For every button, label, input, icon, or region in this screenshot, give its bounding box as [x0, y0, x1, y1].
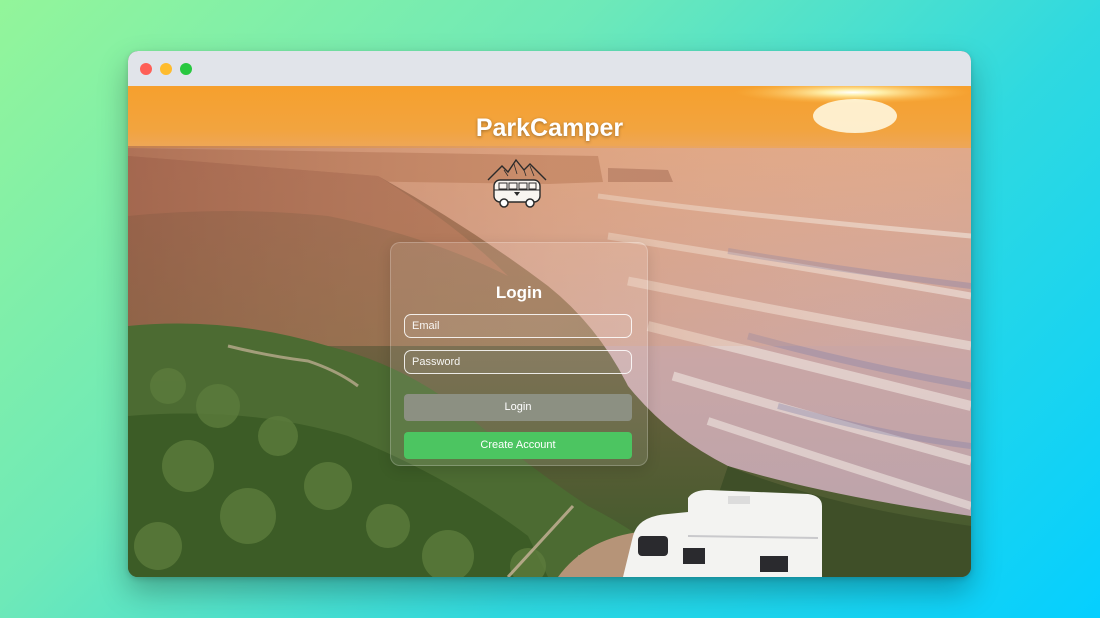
- close-window-icon[interactable]: [140, 63, 152, 75]
- page-viewport: ParkCamper Login Login Create Accoun: [128, 86, 971, 577]
- minimize-window-icon[interactable]: [160, 63, 172, 75]
- login-button[interactable]: Login: [404, 394, 632, 421]
- login-heading: Login: [495, 283, 543, 302]
- page-background: ParkCamper Login Login Create Accoun: [0, 0, 1100, 618]
- campervan-mountain-logo-icon: [487, 158, 547, 208]
- email-input[interactable]: [404, 314, 632, 338]
- browser-window: ParkCamper Login Login Create Accoun: [128, 51, 971, 577]
- create-account-button[interactable]: Create Account: [404, 432, 632, 459]
- window-titlebar: [128, 51, 971, 86]
- brand-title: ParkCamper: [475, 114, 624, 142]
- password-input[interactable]: [404, 350, 632, 374]
- login-form: Login Login Create Account: [390, 242, 648, 466]
- maximize-window-icon[interactable]: [180, 63, 192, 75]
